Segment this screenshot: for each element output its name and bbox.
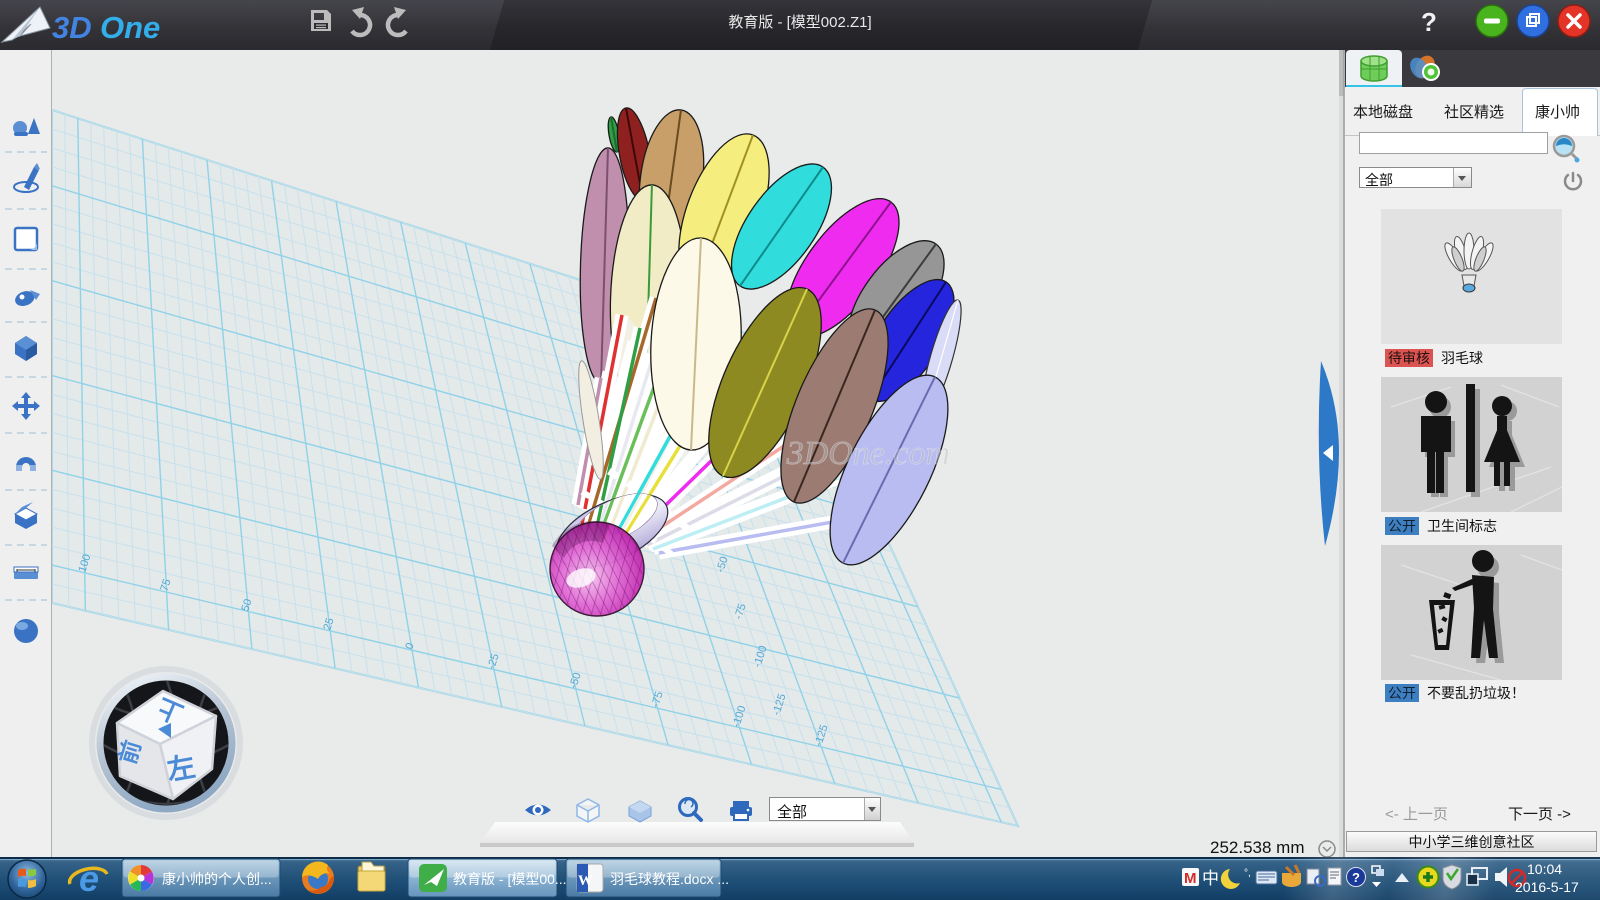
svg-text:2016-5-17: 2016-5-17 — [1515, 879, 1579, 895]
svg-text:教育版 - [模型002.Z1]: 教育版 - [模型002.Z1] — [728, 14, 871, 31]
svg-text:左: 左 — [165, 751, 198, 786]
svg-text:康小帅的个人创...: 康小帅的个人创... — [162, 871, 272, 887]
svg-text:10:04: 10:04 — [1527, 861, 1562, 877]
svg-text:教育版 - [模型00...: 教育版 - [模型00... — [453, 871, 567, 887]
svg-text:?: ? — [1352, 870, 1360, 885]
svg-text:°,: °, — [1244, 868, 1251, 879]
svg-text:W: W — [578, 873, 593, 889]
svg-text:3D: 3D — [52, 10, 92, 45]
svg-text:e: e — [79, 858, 99, 899]
svg-text:One: One — [100, 10, 160, 45]
svg-text:?: ? — [1421, 7, 1437, 37]
svg-text:3DOne.com: 3DOne.com — [786, 435, 950, 472]
svg-text:中: 中 — [1202, 869, 1219, 888]
svg-text:羽毛球教程.docx ...: 羽毛球教程.docx ... — [610, 871, 729, 887]
svg-text:M: M — [1184, 870, 1197, 887]
